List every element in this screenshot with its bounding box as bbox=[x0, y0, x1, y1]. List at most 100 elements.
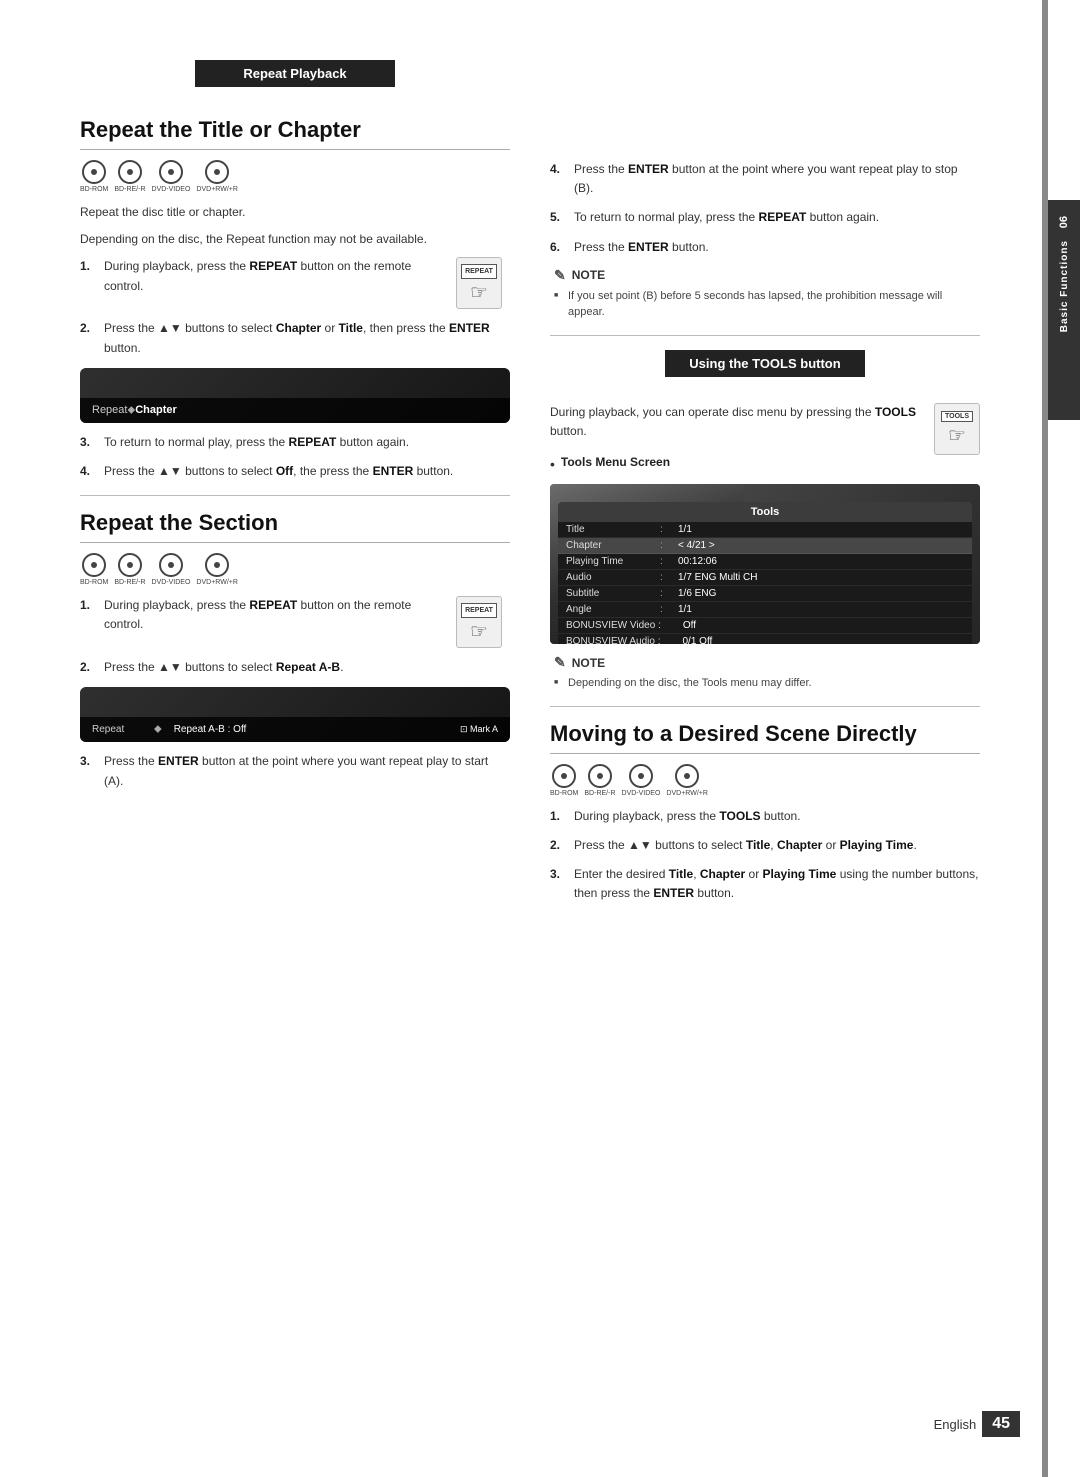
repeat-ab-osd: Repeat ⬥ Repeat A-B : Off ⊡ Mark A bbox=[80, 687, 510, 742]
right-column: 4. Press the ENTER button at the point w… bbox=[550, 60, 980, 914]
step-section-num-2: 2. bbox=[80, 658, 96, 677]
step-section-num-1: 1. bbox=[80, 596, 96, 648]
step-right-num-4: 4. bbox=[550, 160, 566, 198]
step-moving-text-1: During playback, press the TOOLS button. bbox=[574, 807, 980, 826]
step-right-text-5: To return to normal play, press the REPE… bbox=[574, 208, 980, 227]
repeat-button-image: REPEAT ☞ bbox=[456, 257, 502, 309]
chapter-number: 06 bbox=[1058, 216, 1070, 228]
note-label-1: NOTE bbox=[572, 268, 605, 282]
osd-repeat-label: Repeat bbox=[92, 404, 127, 416]
chapter-label: Basic Functions bbox=[1059, 240, 1070, 332]
side-tab: 06 Basic Functions bbox=[1048, 200, 1080, 420]
tools-menu-row-bonusvideo: BONUSVIEW Video : Off bbox=[558, 618, 972, 634]
step-moving-num-3: 3. bbox=[550, 865, 566, 903]
step-section-text-2: Press the ▲▼ buttons to select Repeat A-… bbox=[104, 658, 510, 677]
repeat-intro2: Depending on the disc, the Repeat functi… bbox=[80, 230, 510, 249]
step-moving-1: 1. During playback, press the TOOLS butt… bbox=[550, 807, 980, 826]
tools-menu-bullet: • Tools Menu Screen bbox=[550, 455, 980, 475]
step-repeat-1: 1. During playback, press the REPEAT but… bbox=[80, 257, 510, 309]
step-moving-3: 3. Enter the desired Title, Chapter or P… bbox=[550, 865, 980, 903]
continued-steps: 4. Press the ENTER button at the point w… bbox=[550, 160, 980, 257]
step-num-4: 4. bbox=[80, 462, 96, 481]
repeat-button-image2: REPEAT ☞ bbox=[456, 596, 502, 648]
disc-icon-dvdrw3: DVD+RW/+R bbox=[666, 764, 708, 797]
divider3 bbox=[550, 706, 980, 707]
tools-menu-row-title: Title : 1/1 bbox=[558, 522, 972, 538]
step-section-3: 3. Press the ENTER button at the point w… bbox=[80, 752, 510, 790]
note-label-2: NOTE bbox=[572, 656, 605, 670]
tools-menu-row-angle: Angle : 1/1 bbox=[558, 602, 972, 618]
repeat-playback-header: Repeat Playback bbox=[195, 60, 395, 87]
step-section-1: 1. During playback, press the REPEAT but… bbox=[80, 596, 510, 648]
disc-icon-bdrom2: BD-ROM bbox=[80, 553, 108, 586]
page-number: 45 bbox=[982, 1411, 1020, 1437]
step-repeat-4: 4. Press the ▲▼ buttons to select Off, t… bbox=[80, 462, 510, 481]
tools-menu-row-chapter: Chapter : < 4/21 > bbox=[558, 538, 972, 554]
hand-cursor-icon2: ☞ bbox=[470, 622, 488, 642]
tools-screen-bg: Tools Title : 1/1 Chapter : < 4/21 > bbox=[550, 484, 980, 644]
osd-chapter-value: Chapter bbox=[135, 404, 177, 416]
step-text-4: Press the ▲▼ buttons to select Off, the … bbox=[104, 462, 510, 481]
tools-menu-row-bonusaudio: BONUSVIEW Audio : 0/1 Off bbox=[558, 634, 972, 644]
tools-button-header: Using the TOOLS button bbox=[665, 350, 865, 377]
note-section-2: ✎ NOTE Depending on the disc, the Tools … bbox=[550, 654, 980, 692]
osd-ab-inner: Repeat ⬥ Repeat A-B : Off ⊡ Mark A bbox=[80, 717, 510, 742]
step-moving-num-1: 1. bbox=[550, 807, 566, 826]
hand-cursor-icon: ☞ bbox=[470, 283, 488, 303]
osd-ab-label: Repeat bbox=[92, 724, 142, 735]
step-section-2: 2. Press the ▲▼ buttons to select Repeat… bbox=[80, 658, 510, 677]
tools-menu: Tools Title : 1/1 Chapter : < 4/21 > bbox=[558, 502, 972, 644]
note-header-1: ✎ NOTE bbox=[554, 267, 980, 284]
left-column: Repeat Playback Repeat the Title or Chap… bbox=[80, 60, 510, 914]
step-right-num-5: 5. bbox=[550, 208, 566, 227]
disc-icon-bdrom3: BD-ROM bbox=[550, 764, 578, 797]
disc-icon-bdrer2: BD-RE/-R bbox=[114, 553, 145, 586]
tools-menu-screen-label: Tools Menu Screen bbox=[561, 455, 670, 475]
tools-menu-title: Tools bbox=[558, 502, 972, 522]
note-icon-1: ✎ bbox=[554, 267, 566, 284]
tools-screen-container: Tools Title : 1/1 Chapter : < 4/21 > bbox=[550, 484, 980, 644]
step-num-3: 3. bbox=[80, 433, 96, 452]
repeat-label2: REPEAT bbox=[461, 603, 497, 618]
step-moving-2: 2. Press the ▲▼ buttons to select Title,… bbox=[550, 836, 980, 855]
step-num-2: 2. bbox=[80, 319, 96, 357]
note-header-2: ✎ NOTE bbox=[554, 654, 980, 671]
tools-label: TOOLS bbox=[941, 411, 973, 422]
step-text-2: Press the ▲▼ buttons to select Chapter o… bbox=[104, 319, 510, 357]
note-icon-2: ✎ bbox=[554, 654, 566, 671]
step-moving-text-3: Enter the desired Title, Chapter or Play… bbox=[574, 865, 980, 903]
step-repeat-3: 3. To return to normal play, press the R… bbox=[80, 433, 510, 452]
note-item-1: If you set point (B) before 5 seconds ha… bbox=[554, 288, 980, 321]
bullet-dot: • bbox=[550, 455, 555, 475]
step-moving-num-2: 2. bbox=[550, 836, 566, 855]
tools-menu-row-subtitle: Subtitle : 1/6 ENG bbox=[558, 586, 972, 602]
disc-icon-dvdvideo2: DVD-VIDEO bbox=[152, 553, 191, 586]
step-right-4: 4. Press the ENTER button at the point w… bbox=[550, 160, 980, 198]
repeat-chapter-osd: Repeat ⬥ Chapter bbox=[80, 368, 510, 423]
disc-icons-row3: BD-ROM BD-RE/-R DVD-VIDEO DVD+RW/+R bbox=[550, 764, 980, 797]
page-number-container: English 45 bbox=[934, 1411, 1020, 1437]
step-right-5: 5. To return to normal play, press the R… bbox=[550, 208, 980, 227]
disc-icon-dvdvideo3: DVD-VIDEO bbox=[622, 764, 661, 797]
main-content: Repeat Playback Repeat the Title or Chap… bbox=[0, 0, 1040, 1477]
language-label: English bbox=[934, 1417, 977, 1432]
disc-icon-dvdvideo: DVD-VIDEO bbox=[152, 160, 191, 193]
disc-icon-bdrer3: BD-RE/-R bbox=[584, 764, 615, 797]
hand-cursor-icon3: ☞ bbox=[948, 426, 966, 446]
step-text-1: During playback, press the REPEAT button… bbox=[104, 257, 440, 309]
tools-menu-row-playtime: Playing Time : 00:12:06 bbox=[558, 554, 972, 570]
disc-icon-bdrom: BD-ROM bbox=[80, 160, 108, 193]
step-repeat-2: 2. Press the ▲▼ buttons to select Chapte… bbox=[80, 319, 510, 357]
osd-ab-arrows: ⬥ bbox=[154, 723, 162, 736]
moving-scene-heading: Moving to a Desired Scene Directly bbox=[550, 721, 980, 754]
osd-ab-mark: ⊡ Mark A bbox=[460, 724, 498, 735]
step-num-1: 1. bbox=[80, 257, 96, 309]
divider1 bbox=[80, 495, 510, 496]
note-item-2: Depending on the disc, the Tools menu ma… bbox=[554, 675, 980, 692]
step-section-text-3: Press the ENTER button at the point wher… bbox=[104, 752, 510, 790]
step-right-num-6: 6. bbox=[550, 238, 566, 257]
step-right-6: 6. Press the ENTER button. bbox=[550, 238, 980, 257]
tools-intro-container: TOOLS ☞ During playback, you can operate… bbox=[550, 403, 980, 455]
repeat-label: REPEAT bbox=[461, 264, 497, 279]
disc-icons-row2: BD-ROM BD-RE/-R DVD-VIDEO DVD+RW/+R bbox=[80, 553, 510, 586]
